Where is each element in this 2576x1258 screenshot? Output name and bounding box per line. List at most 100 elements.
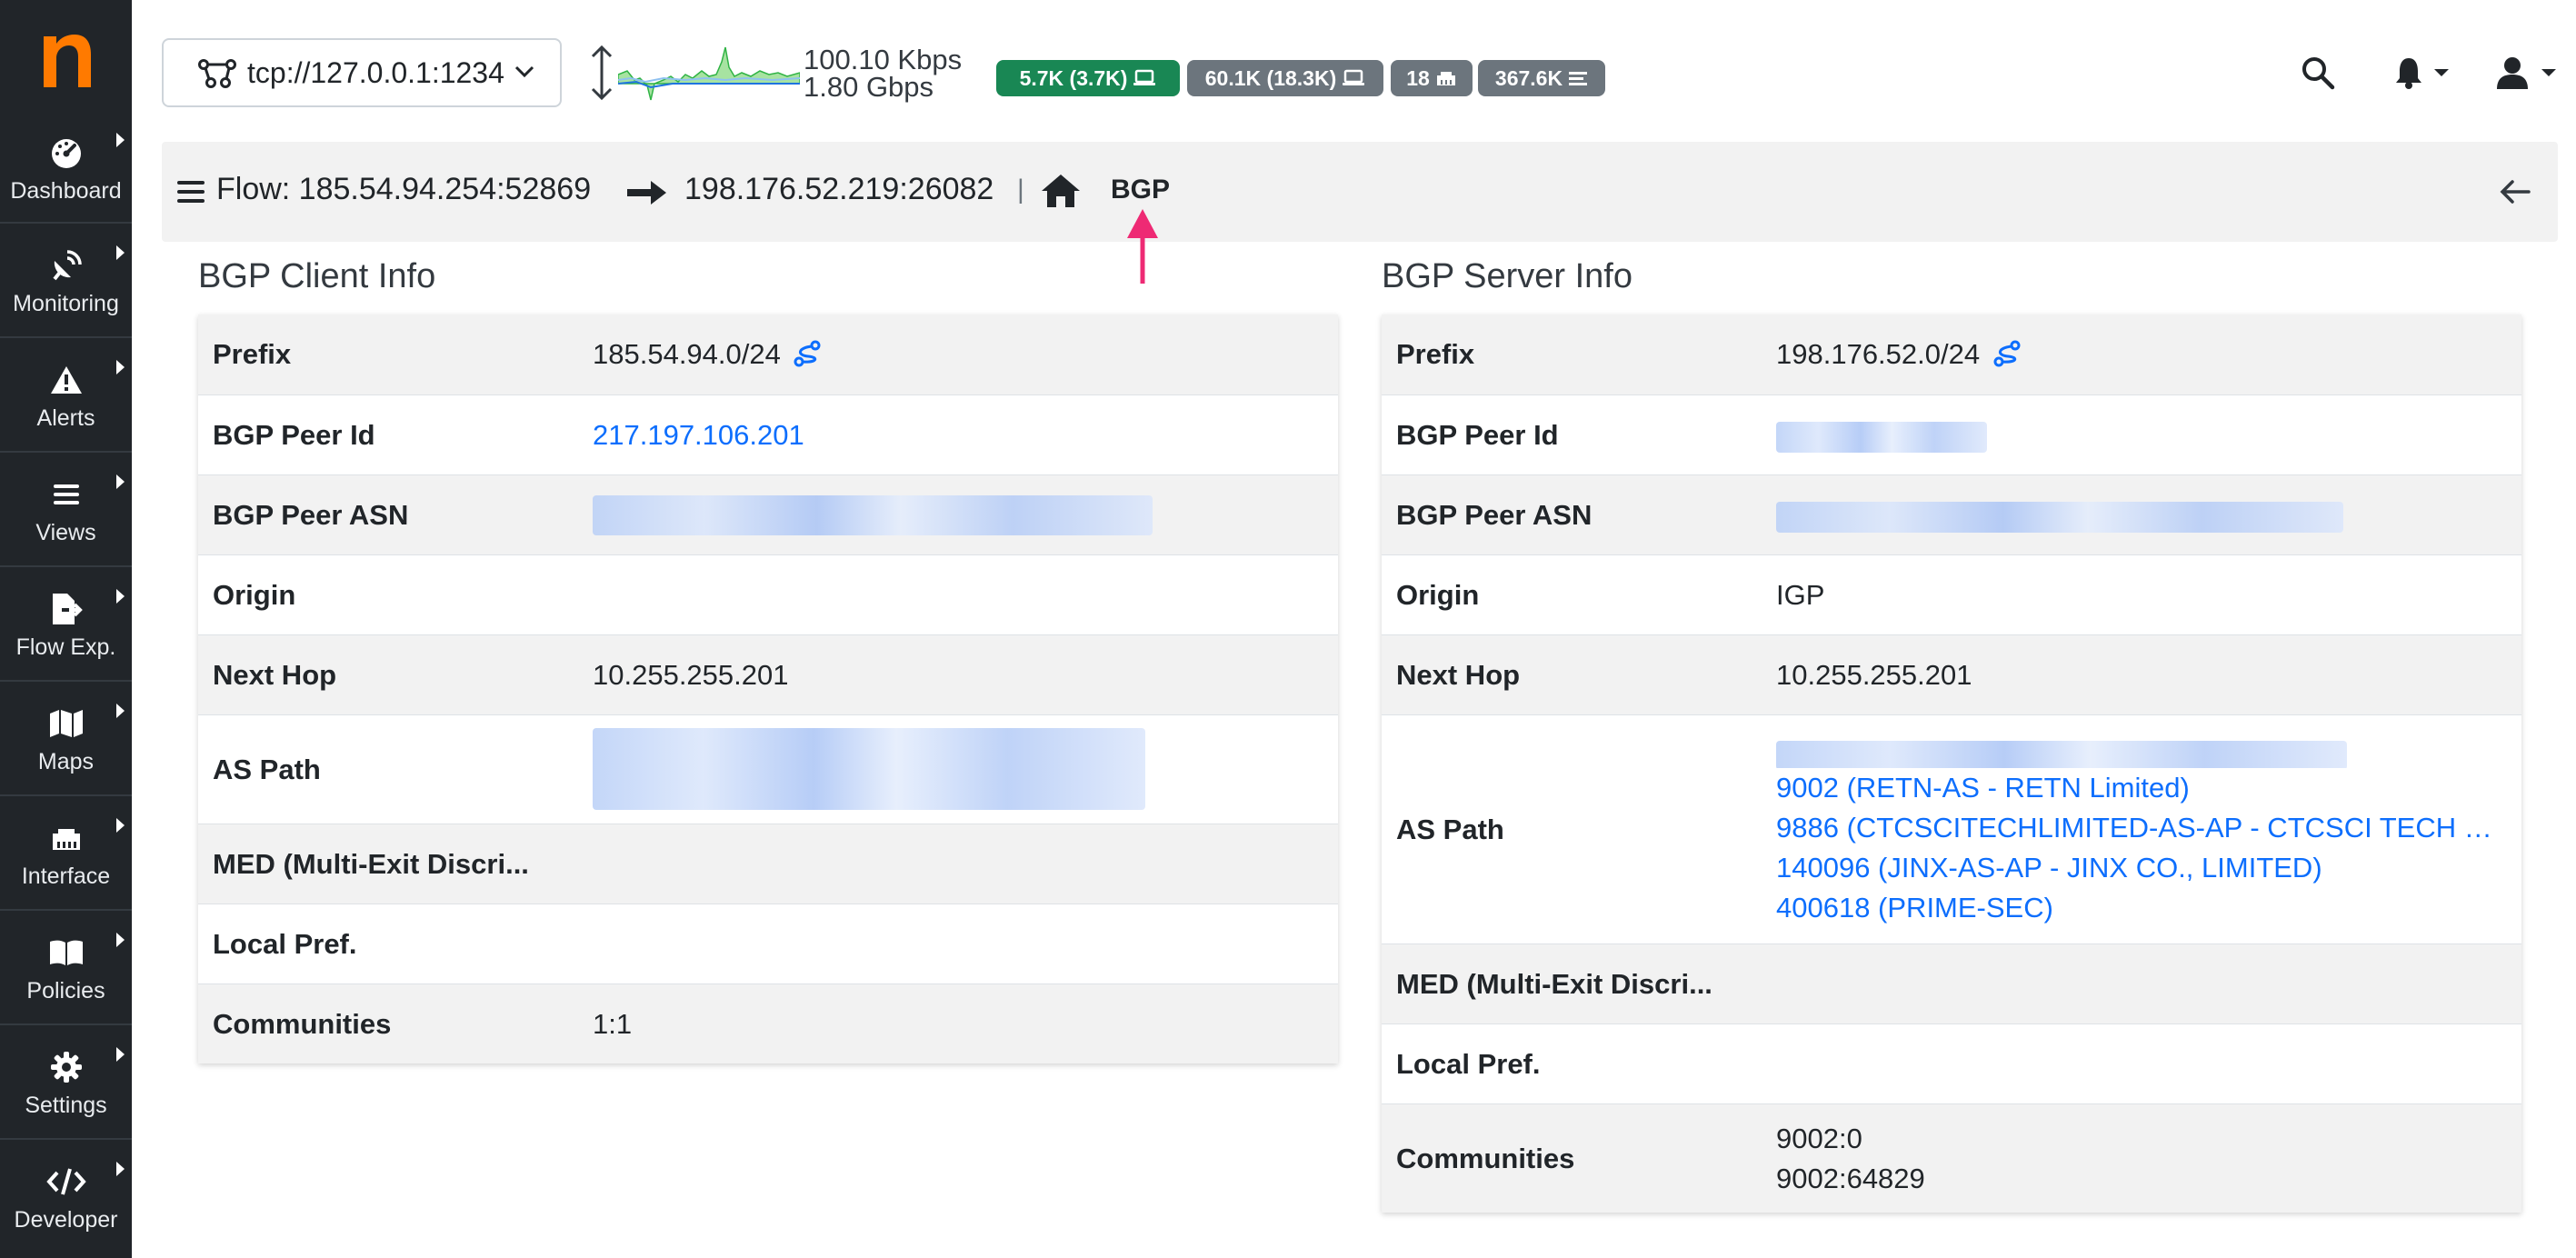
- caret-right-icon: [116, 245, 125, 260]
- bell-icon[interactable]: [2392, 55, 2452, 91]
- breadcrumb-separator: |: [1017, 175, 1024, 205]
- row-label: Next Hop: [1396, 659, 1521, 691]
- table-row: Local Pref.: [1382, 1023, 2521, 1103]
- flow-destination: 198.176.52.219:26082: [684, 172, 994, 206]
- sidebar-item-policies[interactable]: Policies: [0, 916, 132, 1025]
- remote-hosts-badge[interactable]: 60.1K (18.3K): [1187, 60, 1383, 96]
- table-row: BGP Peer ASN: [198, 474, 1338, 554]
- laptop-icon: [1343, 69, 1365, 85]
- server-communities: 9002:0 9002:64829: [1776, 1119, 2503, 1199]
- community-item: 9002:64829: [1776, 1163, 1925, 1194]
- sidebar-item-maps[interactable]: Maps: [0, 687, 132, 796]
- ntopng-logo[interactable]: [38, 27, 95, 91]
- row-label: BGP Peer ASN: [1396, 499, 1593, 531]
- caret-right-icon: [116, 704, 125, 718]
- local-hosts-badge[interactable]: 5.7K (3.7K): [996, 60, 1180, 96]
- divider: [0, 909, 132, 911]
- table-row: BGP Peer Id 217.197.106.201: [198, 394, 1338, 474]
- book-icon: [49, 940, 83, 965]
- sidebar-item-label: Developer: [14, 1207, 118, 1233]
- table-row: Prefix 185.54.94.0/24: [198, 314, 1338, 394]
- row-label: Local Pref.: [1396, 1048, 1541, 1080]
- sidebar-item-developer[interactable]: Developer: [0, 1145, 132, 1254]
- satellite-dish-icon: [52, 250, 82, 281]
- caret-right-icon: [116, 1162, 125, 1176]
- row-label: MED (Multi-Exit Discri...: [1396, 968, 1712, 1000]
- caret-right-icon: [116, 589, 125, 604]
- ethernet-icon: [52, 829, 80, 850]
- sidebar-item-settings[interactable]: Settings: [0, 1031, 132, 1140]
- client-peer-id-link[interactable]: 217.197.106.201: [593, 419, 804, 452]
- breadcrumb-current: BGP: [1111, 175, 1171, 205]
- flows-badge[interactable]: 367.6K: [1478, 60, 1605, 96]
- table-row: BGP Peer Id: [1382, 394, 2521, 474]
- client-info-table: Prefix 185.54.94.0/24 BGP Peer Id 217.19…: [198, 314, 1338, 1063]
- throughput-sparkline[interactable]: [618, 44, 800, 105]
- table-row: AS Path: [198, 714, 1338, 824]
- table-row: MED (Multi-Exit Discri...: [198, 824, 1338, 904]
- divider: [0, 1138, 132, 1140]
- sidebar-item-label: Policies: [26, 978, 105, 1003]
- badge-text: 60.1K (18.3K): [1204, 65, 1337, 90]
- laptop-icon: [1133, 69, 1156, 85]
- row-label: Local Pref.: [213, 928, 357, 960]
- table-row: Next Hop 10.255.255.201: [198, 634, 1338, 714]
- bars-icon[interactable]: [176, 179, 205, 205]
- table-row: Origin IGP: [1382, 554, 2521, 634]
- server-peer-id-redacted[interactable]: [1776, 419, 1987, 453]
- client-next-hop: 10.255.255.201: [593, 659, 789, 691]
- row-label: BGP Peer ASN: [213, 499, 409, 531]
- server-info-table: Prefix 198.176.52.0/24 BGP Peer Id BGP P…: [1382, 314, 2521, 1213]
- table-row: Communities 9002:0 9002:64829: [1382, 1103, 2521, 1213]
- search-icon[interactable]: [2300, 55, 2336, 91]
- sidebar-item-interface[interactable]: Interface: [0, 802, 132, 911]
- as-path-item[interactable]: 400618 (PRIME-SEC): [1776, 888, 2503, 928]
- client-prefix: 185.54.94.0/24: [593, 338, 823, 371]
- caret-right-icon: [116, 933, 125, 947]
- sidebar-item-label: Monitoring: [13, 291, 119, 316]
- gauge-icon: [51, 139, 81, 168]
- throughput-download: 1.80 Gbps: [804, 71, 934, 103]
- server-panel-title: BGP Server Info: [1382, 257, 1632, 295]
- as-path-item[interactable]: 9886 (CTCSCITECHLIMITED-AS-AP - CTCSCI T…: [1776, 808, 2503, 848]
- sidebar-item-views[interactable]: Views: [0, 458, 132, 567]
- server-next-hop: 10.255.255.201: [1776, 659, 1972, 691]
- interface-name: tcp://127.0.0.1:1234: [247, 55, 504, 89]
- sidebar-item-label: Interface: [21, 864, 111, 889]
- client-as-path-redacted[interactable]: [593, 728, 1145, 810]
- sidebar-item-dashboard[interactable]: Dashboard: [0, 116, 132, 225]
- chevron-down-icon: [514, 65, 534, 78]
- home-icon[interactable]: [1040, 173, 1082, 209]
- caret-right-icon: [116, 360, 125, 374]
- server-peer-asn-redacted[interactable]: [1776, 499, 2343, 533]
- devices-badge[interactable]: 18: [1391, 60, 1473, 96]
- sidebar-item-alerts[interactable]: Alerts: [0, 344, 132, 453]
- sidebar-item-monitoring[interactable]: Monitoring: [0, 229, 132, 338]
- sidebar-item-flow-exporters[interactable]: Flow Exp.: [0, 573, 132, 682]
- as-path-item-redacted[interactable]: [1776, 728, 2503, 768]
- as-path-item[interactable]: 9002 (RETN-AS - RETN Limited): [1776, 768, 2503, 808]
- arrow-left-icon[interactable]: [2500, 180, 2531, 204]
- gear-icon: [50, 1052, 82, 1083]
- badge-text: 18: [1406, 65, 1430, 90]
- table-row: Next Hop 10.255.255.201: [1382, 634, 2521, 714]
- route-icon[interactable]: [792, 340, 823, 367]
- up-down-arrow-icon: [591, 45, 613, 101]
- interface-select[interactable]: tcp://127.0.0.1:1234: [162, 38, 562, 107]
- as-path-item[interactable]: 140096 (JINX-AS-AP - JINX CO., LIMITED): [1776, 848, 2503, 888]
- breadcrumb: Flow: 185.54.94.254:52869 198.176.52.219…: [162, 142, 2558, 242]
- file-export-icon: [52, 594, 83, 624]
- client-peer-asn-redacted[interactable]: [593, 495, 1153, 535]
- caret-right-icon: [116, 1047, 125, 1062]
- user-icon[interactable]: [2494, 55, 2560, 91]
- divider: [0, 565, 132, 567]
- divider: [0, 451, 132, 453]
- arrow-right-icon: [627, 181, 666, 205]
- row-label: AS Path: [1396, 814, 1504, 845]
- community-item: 9002:0: [1776, 1123, 1862, 1154]
- server-origin: IGP: [1776, 579, 1825, 611]
- sidebar-item-label: Views: [35, 520, 96, 545]
- row-label: MED (Multi-Exit Discri...: [213, 848, 529, 880]
- badge-text: 5.7K (3.7K): [1019, 65, 1128, 90]
- route-icon[interactable]: [1992, 340, 2022, 367]
